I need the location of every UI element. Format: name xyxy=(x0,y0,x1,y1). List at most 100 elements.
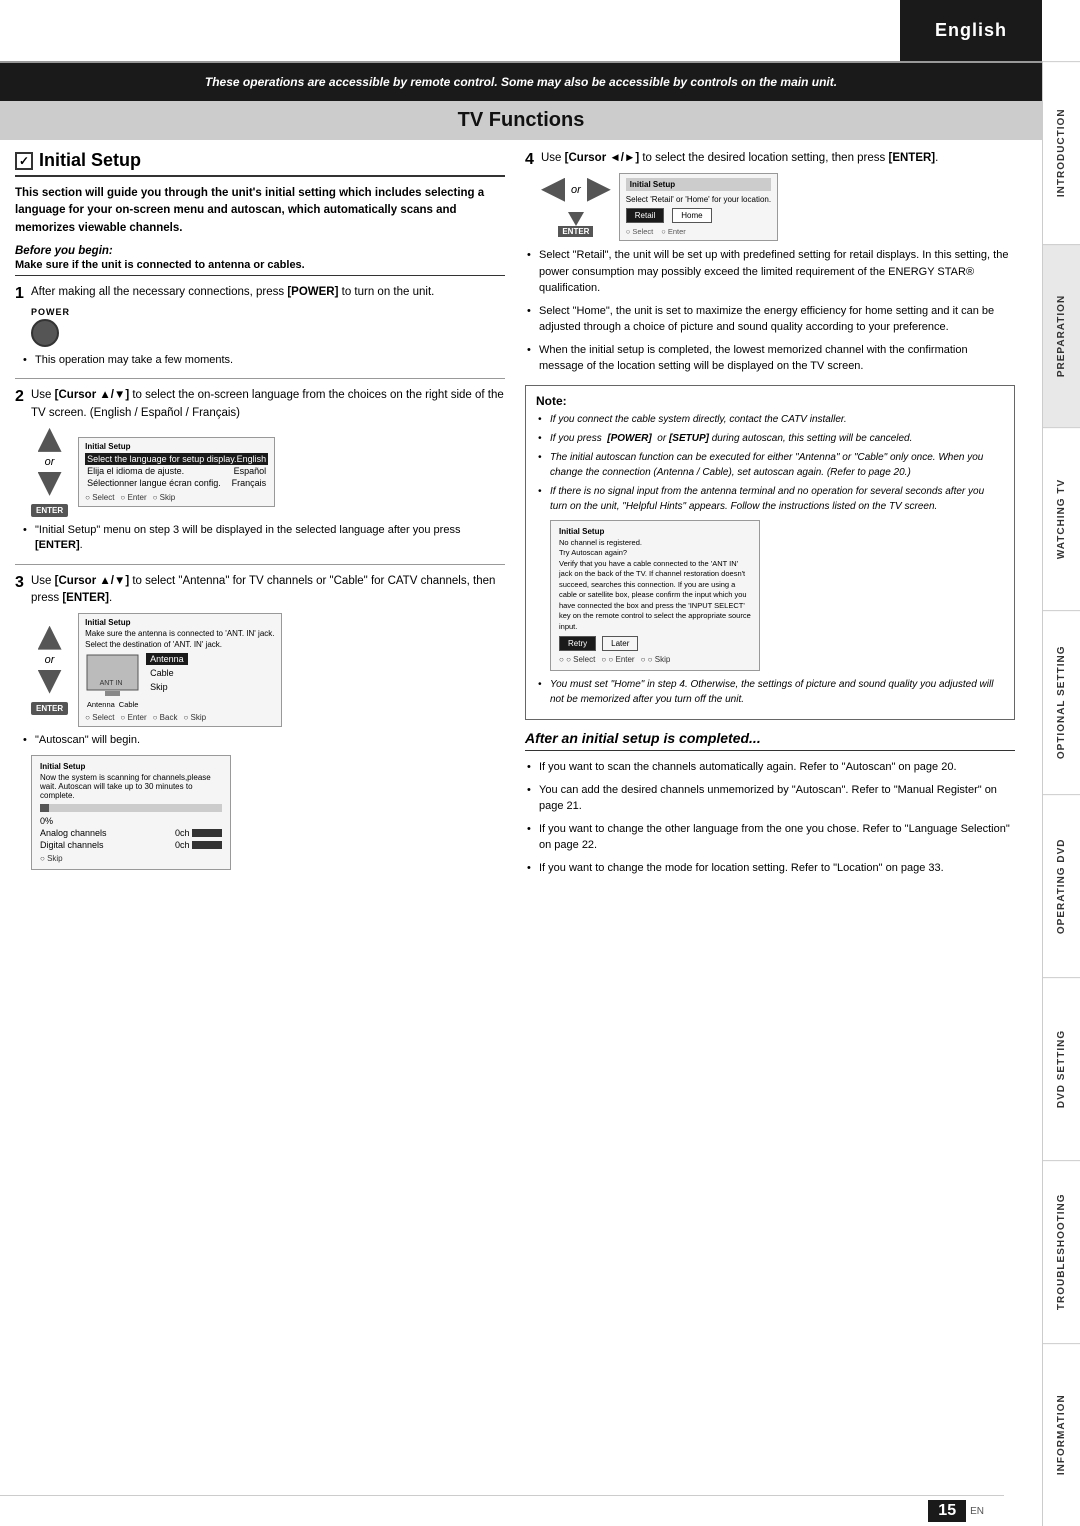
step-3-number: 3 xyxy=(15,573,24,592)
note-bullet-2: If you press [POWER] or [SETUP] during a… xyxy=(550,431,1004,446)
before-begin-text: Make sure if the unit is connected to an… xyxy=(15,259,505,276)
power-label: POWER xyxy=(31,307,70,317)
later-button[interactable]: Later xyxy=(602,636,638,651)
arrow-right-icon xyxy=(587,178,611,202)
home-button[interactable]: Home xyxy=(672,208,711,223)
step-3-diagram: or ENTER Initial Setup Make sure the ant… xyxy=(31,613,505,727)
bullet-retail: Select "Retail", the unit will be set up… xyxy=(539,247,1015,297)
step-1-number: 1 xyxy=(15,284,24,303)
option-antenna: Antenna xyxy=(146,653,188,665)
step-2-number: 2 xyxy=(15,387,24,406)
power-button-area: POWER xyxy=(31,307,505,347)
tab-dvd-setting[interactable]: DVD SETTING xyxy=(1043,977,1080,1160)
language-label: English xyxy=(935,20,1007,41)
setup-graphic-area: ANT IN Antenna Cable xyxy=(85,653,140,709)
before-begin-label: Before you begin: xyxy=(15,245,505,257)
autoscan-footer: Skip xyxy=(40,854,222,863)
step-3-screen: Initial Setup Make sure the antenna is c… xyxy=(78,613,281,727)
arrow-up-icon-step3 xyxy=(38,626,62,650)
nochannel-buttons: Retry Later xyxy=(559,636,751,651)
step-3-text: Use [Cursor ▲/▼] to select "Antenna" for… xyxy=(31,573,505,608)
step-3: 3 Use [Cursor ▲/▼] to select "Antenna" f… xyxy=(15,573,505,870)
warning-banner: These operations are accessible by remot… xyxy=(0,63,1042,101)
lr-row: or xyxy=(541,178,611,202)
arrow-left-icon xyxy=(541,178,565,202)
enter-button-step3: ENTER xyxy=(31,702,68,715)
after-bullet-4: If you want to change the mode for locat… xyxy=(539,860,1015,877)
location-prompt: Select 'Retail' or 'Home' for your locat… xyxy=(626,195,771,204)
location-footer: ○ Select ○ Enter xyxy=(626,227,771,236)
arrows-up-down-step3: or ENTER xyxy=(31,626,68,715)
enter-button-icon: ENTER xyxy=(31,504,68,517)
digital-bar xyxy=(192,841,222,849)
or-label-step3: or xyxy=(45,654,55,666)
screen-row-espanol: Elija el idioma de ajuste. Español xyxy=(85,465,268,477)
tab-troubleshooting[interactable]: TROUBLESHOOTING xyxy=(1043,1160,1080,1343)
screen-row-english: Select the language for setup display. E… xyxy=(85,453,268,465)
step-4: 4 Use [Cursor ◄/►] to select the desired… xyxy=(525,150,1015,375)
note-bullet-1: If you connect the cable system directly… xyxy=(550,412,1004,427)
step-1-text: After making all the necessary connectio… xyxy=(31,284,505,301)
arrow-down-icon xyxy=(38,472,62,496)
note-bullet-3: The initial autoscan function can be exe… xyxy=(550,450,1004,480)
after-bullet-1: If you want to scan the channels automat… xyxy=(539,759,1015,776)
location-buttons: Retail Home xyxy=(626,208,771,223)
tv-diagram-svg: ANT IN xyxy=(85,653,140,698)
step-2: 2 Use [Cursor ▲/▼] to select the on-scre… xyxy=(15,387,505,553)
enter-arrow-down-icon xyxy=(568,212,584,226)
screen-line2-step3: Select the destination of 'ANT. IN' jack… xyxy=(85,640,274,649)
screen-line1-step3: Make sure the antenna is connected to 'A… xyxy=(85,629,274,638)
tab-information[interactable]: INFORMATION xyxy=(1043,1343,1080,1526)
tab-watching-tv[interactable]: WATCHING TV xyxy=(1043,427,1080,610)
progress-bar xyxy=(40,804,222,812)
bullet-completed: When the initial setup is completed, the… xyxy=(539,342,1015,375)
screen-title-step3: Initial Setup xyxy=(85,618,274,627)
screen-row-francais: Sélectionner langue écran config. França… xyxy=(85,477,268,489)
after-bullet-2: You can add the desired channels unmemor… xyxy=(539,782,1015,815)
option-skip: Skip xyxy=(146,681,188,693)
step-1-separator xyxy=(15,378,505,379)
arrow-down-icon-step3 xyxy=(38,670,62,694)
note-warning-bullet: You must set "Home" in step 4. Otherwise… xyxy=(550,677,1004,707)
analog-channels-row: Analog channels 0ch xyxy=(40,828,222,838)
nochannel-screen: Initial Setup No channel is registered. … xyxy=(550,520,760,672)
page-en-label: EN xyxy=(970,1506,984,1517)
location-screen: Initial Setup Select 'Retail' or 'Home' … xyxy=(619,173,778,241)
step-2-screen: Initial Setup Select the language for se… xyxy=(78,437,275,507)
screen-footer-step3: Select Enter Back Skip xyxy=(85,713,274,722)
retry-button[interactable]: Retry xyxy=(559,636,596,651)
note-box: Note: If you connect the cable system di… xyxy=(525,385,1015,721)
screen-title-step2: Initial Setup xyxy=(85,442,268,451)
lr-or: or xyxy=(571,184,581,196)
language-bar: English xyxy=(900,0,1042,61)
page-number: 15 xyxy=(928,1500,966,1522)
nochannel-footer: ○ Select ○ Enter ○ Skip xyxy=(559,655,751,664)
step-1: 1 After making all the necessary connect… xyxy=(15,284,505,369)
autoscan-title: Initial Setup xyxy=(40,762,222,771)
tab-introduction[interactable]: INTRODUCTION xyxy=(1043,61,1080,244)
tab-optional-setting[interactable]: OPTIONAL SETTING xyxy=(1043,610,1080,793)
step-4-number: 4 xyxy=(525,150,534,169)
retail-button[interactable]: Retail xyxy=(626,208,664,223)
enter-area: ENTER xyxy=(558,208,593,237)
enter-label: ENTER xyxy=(558,226,593,237)
step-1-bullet: This operation may take a few moments. xyxy=(35,353,505,368)
autoscan-text: Now the system is scanning for channels,… xyxy=(40,773,222,800)
autoscan-screen: Initial Setup Now the system is scanning… xyxy=(31,755,231,870)
svg-text:ANT IN: ANT IN xyxy=(100,680,123,687)
step-2-bullet: "Initial Setup" menu on step 3 will be d… xyxy=(35,523,505,554)
power-button-icon xyxy=(31,319,59,347)
nochannel-title: Initial Setup xyxy=(559,527,751,536)
setup-label-row: Antenna Cable xyxy=(87,700,139,709)
arrows-up-down: or ENTER xyxy=(31,428,68,517)
step-3-bullet: "Autoscan" will begin. xyxy=(35,733,505,748)
main-content: These operations are accessible by remot… xyxy=(0,63,1042,1526)
tab-operating-dvd[interactable]: OPERATING DVD xyxy=(1043,794,1080,977)
after-setup-heading: After an initial setup is completed... xyxy=(525,730,1015,751)
side-tabs-container: INTRODUCTION PREPARATION WATCHING TV OPT… xyxy=(1042,61,1080,1526)
step-4-text: Use [Cursor ◄/►] to select the desired l… xyxy=(541,150,1015,167)
progress-percent: 0% xyxy=(40,816,222,826)
tab-preparation[interactable]: PREPARATION xyxy=(1043,244,1080,427)
lr-arrows: or ENTER xyxy=(541,178,611,237)
setup-screen-inner: ANT IN Antenna Cable Antenna Cable xyxy=(85,653,274,709)
